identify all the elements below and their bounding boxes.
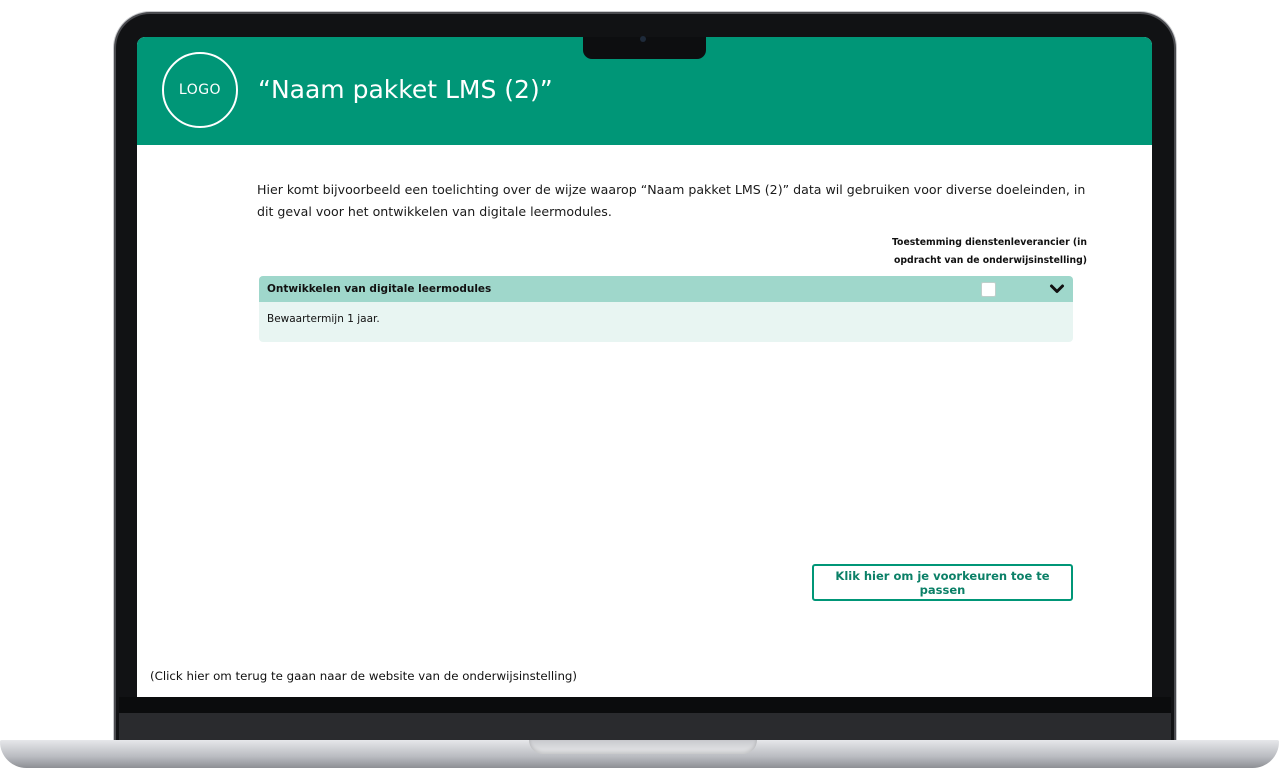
logo: LOGO <box>162 52 238 128</box>
laptop-screen: LOGO “Naam pakket LMS (2)” Hier komt bij… <box>137 37 1152 697</box>
purpose-title: Ontwikkelen van digitale leermodules <box>267 283 492 295</box>
purpose-detail: Bewaartermijn 1 jaar. <box>267 313 380 325</box>
back-to-institution-link[interactable]: (Click hier om terug te gaan naar de web… <box>150 669 577 683</box>
accordion-header[interactable]: Ontwikkelen van digitale leermodules <box>259 276 1073 302</box>
page-title: “Naam pakket LMS (2)” <box>258 75 553 104</box>
intro-text: Hier komt bijvoorbeeld een toelichting o… <box>257 182 1086 219</box>
chevron-down-icon[interactable] <box>1049 281 1065 297</box>
screen-bottom-bezel <box>119 697 1171 713</box>
consent-checkbox[interactable] <box>981 282 996 297</box>
camera-icon <box>640 36 646 42</box>
laptop-opening-notch <box>529 740 757 754</box>
apply-preferences-button[interactable]: Klik hier om je voorkeuren toe te passen <box>812 564 1073 601</box>
consent-column-header: Toestemming dienstenleverancier (in opdr… <box>891 237 1087 266</box>
laptop-mockup: LOGO “Naam pakket LMS (2)” Hier komt bij… <box>0 0 1279 777</box>
hinge-strip <box>119 713 1171 743</box>
purpose-accordion: Ontwikkelen van digitale leermodules Bew… <box>259 276 1073 342</box>
